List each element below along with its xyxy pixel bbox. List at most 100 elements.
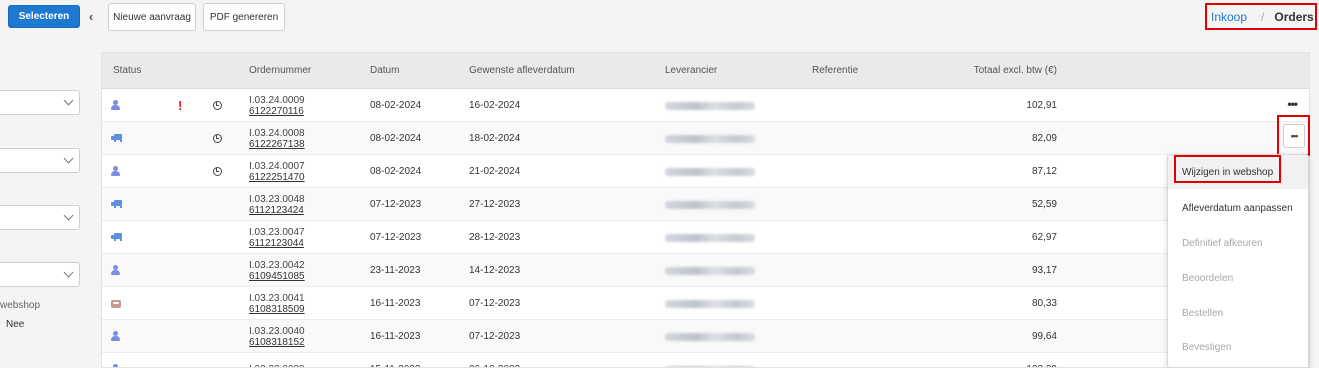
supplier-redacted <box>665 200 755 209</box>
breadcrumb: Inkoop / Orders <box>1205 3 1317 30</box>
total-cell: 80,33 <box>1031 298 1057 309</box>
order-number-cell: I.03.24.0009 6122270116 <box>249 89 305 122</box>
order-number-cell: I.03.23.0040 6108318152 <box>249 320 305 353</box>
delivery-date-cell: 27-12-2023 <box>469 199 521 210</box>
table-header: Status Ordernummer Datum Gewenste afleve… <box>102 53 1309 89</box>
date-cell: 15-11-2023 <box>370 353 420 367</box>
date-cell: 16-11-2023 <box>370 331 421 342</box>
order-number-cell: I.03.24.0007 6122251470 <box>249 155 305 188</box>
supplier-cell <box>665 221 755 254</box>
order-number-link[interactable]: 6122270116 <box>249 106 304 117</box>
menu-item-beoordelen[interactable]: Beoordelen <box>1168 261 1308 295</box>
chevron-left-icon[interactable]: ‹ <box>84 7 98 25</box>
toolbar: Selecteren ‹ Nieuwe aanvraag PDF generer… <box>0 0 1319 32</box>
date-cell: 07-12-2023 <box>370 199 422 210</box>
menu-item-bestellen[interactable]: Bestellen <box>1168 296 1308 330</box>
table-row[interactable]: I.03.24.0007 6122251470 08-02-2024 21-02-20… <box>102 155 1309 188</box>
table-row[interactable]: I.03.23.0048 6112123424 07-12-2023 27-12-20… <box>102 188 1309 221</box>
table-row[interactable]: I.03.23.0042 6109451085 23-11-2023 14-12-20… <box>102 254 1309 287</box>
order-number-cell: I.03.23.0042 6109451085 <box>249 254 305 287</box>
table-row[interactable]: I.03.23.0041 6108318509 16-11-2023 07-12-20… <box>102 287 1309 320</box>
person-icon <box>111 331 120 342</box>
new-request-button[interactable]: Nieuwe aanvraag <box>108 3 196 31</box>
delivery-date-cell: 16-02-2024 <box>469 100 521 111</box>
header-referentie[interactable]: Referentie <box>812 53 858 89</box>
date-cell: 08-02-2024 <box>370 100 422 111</box>
header-leverancier[interactable]: Leverancier <box>665 53 717 89</box>
clock-cell <box>213 155 222 188</box>
clock-cell <box>213 89 222 122</box>
delivery-date-cell: 07-12-2023 <box>469 298 521 309</box>
supplier-cell <box>665 89 755 122</box>
supplier-cell <box>665 287 755 320</box>
status-cell <box>111 320 120 353</box>
order-number-link[interactable]: 6109451085 <box>249 271 305 282</box>
inbox-icon <box>111 299 121 308</box>
order-number-cell: I.03.23.0039 <box>249 353 305 367</box>
order-code: I.03.23.0042 <box>249 259 305 271</box>
supplier-redacted <box>665 299 755 308</box>
order-number-link[interactable]: 6122267138 <box>249 139 305 150</box>
row-actions-dropdown: Wijzigen in webshop Afleverdatum aanpass… <box>1167 154 1309 368</box>
order-code: I.03.24.0007 <box>249 160 305 172</box>
supplier-redacted <box>665 134 755 143</box>
menu-item-afkeuren[interactable]: Definitief afkeuren <box>1168 226 1308 260</box>
order-code: I.03.24.0008 <box>249 127 305 139</box>
filter-label-webshop: webshop <box>0 300 41 311</box>
status-cell <box>111 188 122 221</box>
filter-select-3[interactable] <box>0 205 80 230</box>
person-icon <box>111 364 120 367</box>
header-afleverdatum[interactable]: Gewenste afleverdatum <box>469 53 575 89</box>
header-totaal[interactable]: Totaal excl. btw (€) <box>902 53 1057 89</box>
breadcrumb-current: Orders <box>1274 9 1314 24</box>
clock-cell <box>213 122 222 155</box>
filter-select-2[interactable] <box>0 148 80 173</box>
order-code: I.03.23.0040 <box>249 325 305 337</box>
delivery-date-cell: 07-12-2023 <box>469 331 521 342</box>
status-cell <box>111 122 122 155</box>
filter-select-4[interactable] <box>0 262 80 287</box>
supplier-cell <box>665 320 755 353</box>
delivery-date-cell: 18-02-2024 <box>469 133 521 144</box>
chevron-down-icon <box>63 153 74 164</box>
table-row[interactable]: I.03.23.003915-11-202306-12-2023122,29••… <box>102 353 1309 367</box>
supplier-redacted <box>665 233 755 242</box>
generate-pdf-button[interactable]: PDF genereren <box>203 3 285 31</box>
order-code: I.03.24.0009 <box>249 94 305 106</box>
header-status[interactable]: Status <box>113 53 141 89</box>
table-row[interactable]: I.03.23.0047 6112123044 07-12-2023 28-12-20… <box>102 221 1309 254</box>
filter-select-1[interactable] <box>0 90 80 115</box>
row-menu-button[interactable]: ••• <box>1287 98 1298 110</box>
order-number-cell: I.03.23.0041 6108318509 <box>249 287 305 320</box>
header-ordernummer[interactable]: Ordernummer <box>249 53 311 89</box>
date-cell: 08-02-2024 <box>370 133 422 144</box>
breadcrumb-link-inkoop[interactable]: Inkoop <box>1211 10 1247 24</box>
order-number-link[interactable]: 6108318152 <box>249 337 305 348</box>
order-number-link[interactable]: 6108318509 <box>249 304 305 315</box>
total-cell: 82,09 <box>1031 133 1057 144</box>
status-cell <box>111 353 120 367</box>
status-cell <box>111 89 120 122</box>
supplier-cell <box>665 155 755 188</box>
order-number-cell: I.03.24.0008 6122267138 <box>249 122 305 155</box>
order-code: I.03.23.0041 <box>249 292 305 304</box>
status-cell <box>111 254 120 287</box>
filter-value-webshop[interactable]: Nee <box>6 319 24 330</box>
supplier-cell <box>665 254 755 287</box>
menu-item-bevestigen[interactable]: Bevestigen <box>1168 330 1308 364</box>
table-row[interactable]: I.03.24.0008 6122267138 08-02-2024 18-02-20… <box>102 122 1309 155</box>
delivery-date-cell: 14-12-2023 <box>469 265 521 276</box>
supplier-redacted <box>665 101 755 110</box>
supplier-redacted <box>665 332 755 341</box>
menu-item-afleverdatum[interactable]: Afleverdatum aanpassen <box>1168 191 1308 225</box>
order-number-link[interactable]: 6122251470 <box>249 172 305 183</box>
person-icon <box>111 100 120 111</box>
person-icon <box>111 265 120 276</box>
order-number-link[interactable]: 6112123424 <box>249 205 304 216</box>
header-datum[interactable]: Datum <box>370 53 399 89</box>
table-row[interactable]: I.03.23.0040 6108318152 16-11-2023 07-12-20… <box>102 320 1309 353</box>
select-button[interactable]: Selecteren <box>8 5 80 28</box>
order-number-link[interactable]: 6112123044 <box>249 238 304 249</box>
table-row[interactable]: ! I.03.24.0009 6122270116 08-02-2024 16-02-2… <box>102 89 1309 122</box>
truck-icon <box>111 134 122 143</box>
